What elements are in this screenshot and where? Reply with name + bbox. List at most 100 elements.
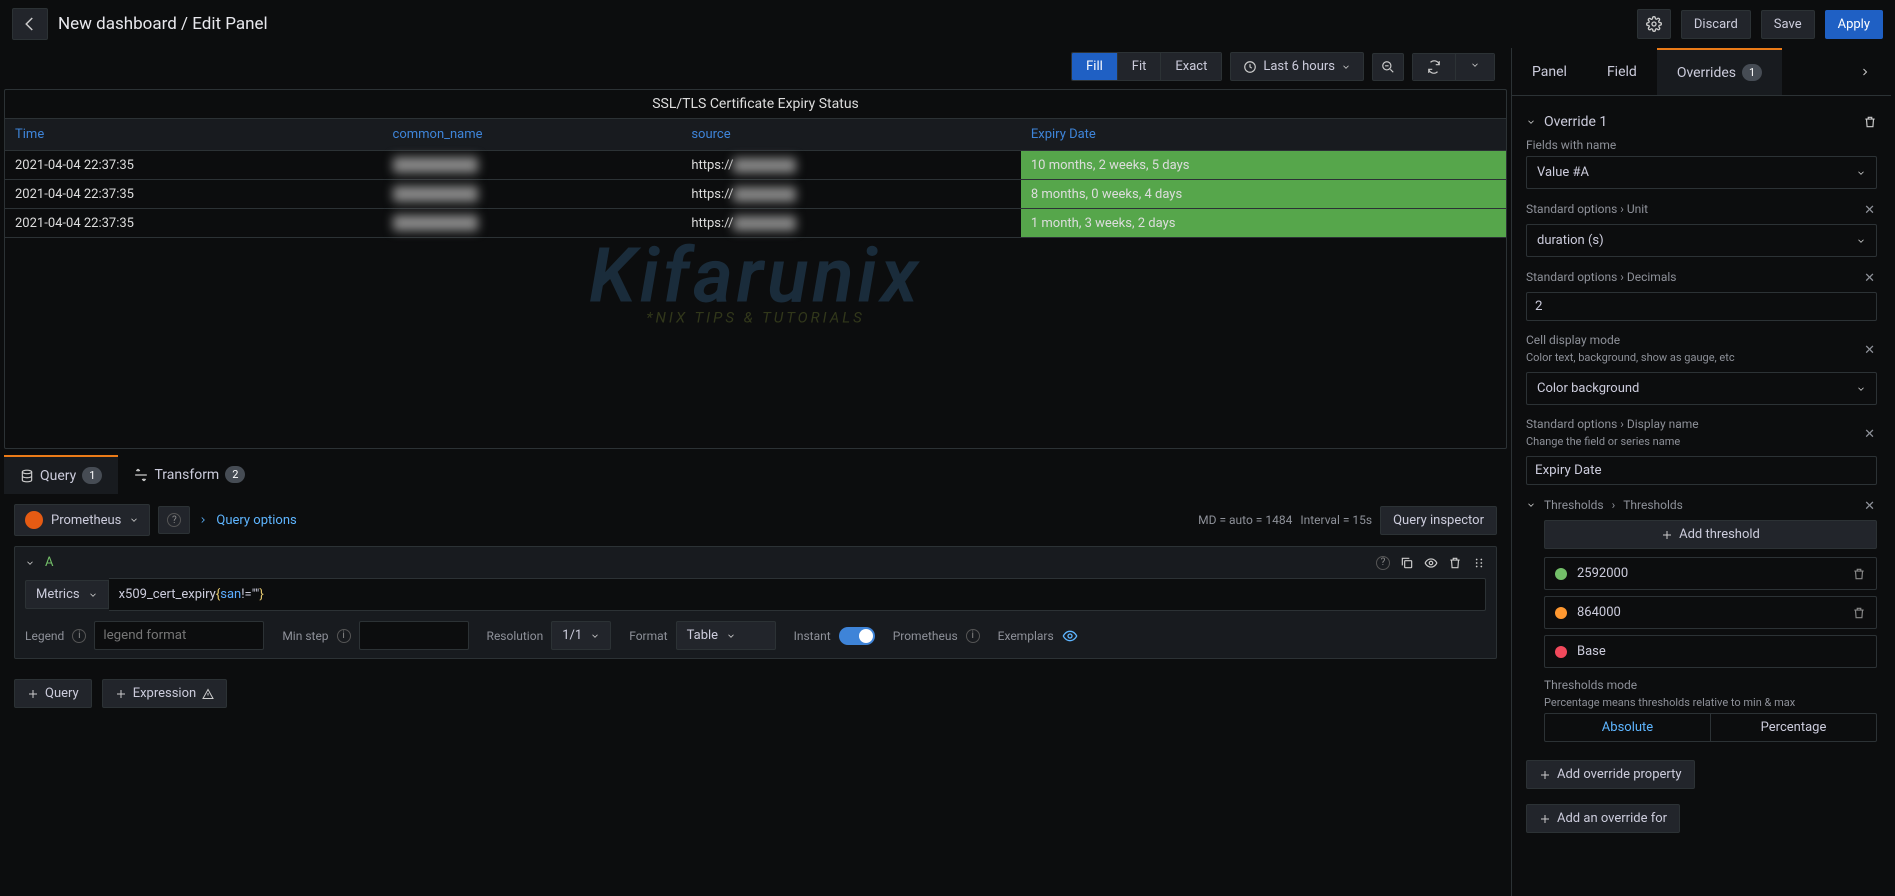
mode-percentage[interactable]: Percentage — [1710, 714, 1876, 741]
remove-displayname[interactable]: ✕ — [1862, 425, 1877, 444]
fill-option[interactable]: Fill — [1072, 53, 1117, 80]
refresh-interval[interactable] — [1455, 54, 1494, 80]
warning-icon — [202, 688, 214, 700]
prometheus-label: Prometheus — [893, 629, 958, 643]
save-button[interactable]: Save — [1761, 10, 1815, 39]
table-row: 2021-04-04 22:37:35████████https://redac… — [5, 209, 1506, 238]
zoom-out-button[interactable] — [1372, 53, 1404, 81]
query-options-toggle[interactable]: Query options — [198, 513, 296, 528]
legend-label: Legend — [25, 629, 64, 643]
threshold-row: 864000 — [1544, 596, 1877, 629]
threshold-value[interactable]: 864000 — [1577, 605, 1842, 620]
threshold-value[interactable]: 2592000 — [1577, 566, 1842, 581]
chevron-down-icon[interactable] — [25, 558, 35, 568]
transform-count-badge: 2 — [225, 466, 245, 483]
eye-icon[interactable] — [1062, 628, 1078, 644]
remove-unit[interactable]: ✕ — [1862, 201, 1877, 220]
resolution-label: Resolution — [487, 629, 544, 643]
trash-icon[interactable] — [1852, 606, 1866, 620]
trash-icon[interactable] — [1448, 556, 1462, 570]
query-count-badge: 1 — [82, 467, 102, 484]
cell-common-name: ████████ — [383, 151, 682, 180]
instant-toggle[interactable] — [839, 627, 875, 645]
tab-panel[interactable]: Panel — [1512, 50, 1587, 94]
add-override-property-button[interactable]: Add override property — [1526, 760, 1695, 789]
refresh-button[interactable] — [1413, 54, 1455, 80]
chevron-down-icon — [129, 515, 139, 525]
display-name-input[interactable] — [1526, 456, 1877, 485]
resolution-select[interactable]: 1/1 — [551, 621, 611, 650]
tab-overrides[interactable]: Overrides 1 — [1657, 48, 1782, 95]
settings-button[interactable] — [1637, 9, 1671, 39]
legend-input[interactable] — [94, 621, 264, 650]
remove-thresholds[interactable]: ✕ — [1862, 497, 1877, 516]
back-button[interactable] — [12, 8, 48, 40]
table-row: 2021-04-04 22:37:35████████https://redac… — [5, 180, 1506, 209]
thresholds-mode-label: Thresholds mode — [1544, 678, 1877, 692]
query-help-icon[interactable]: ? — [1376, 556, 1390, 570]
query-inspector-button[interactable]: Query inspector — [1380, 506, 1497, 535]
eye-icon[interactable] — [1424, 556, 1438, 570]
threshold-color-dot[interactable] — [1555, 568, 1567, 580]
timerange-picker[interactable]: Last 6 hours — [1230, 52, 1364, 81]
minstep-label: Min step — [282, 629, 328, 643]
tab-query[interactable]: Query 1 — [4, 455, 118, 494]
datasource-picker[interactable]: Prometheus — [14, 504, 150, 536]
cell-mode-select[interactable]: Color background — [1526, 372, 1877, 405]
chevron-down-icon[interactable] — [1526, 117, 1536, 127]
unit-select[interactable]: duration (s) — [1526, 224, 1877, 257]
tab-field[interactable]: Field — [1587, 50, 1657, 94]
apply-button[interactable]: Apply — [1825, 10, 1883, 39]
copy-icon[interactable] — [1400, 556, 1414, 570]
cell-expiry: 8 months, 0 weeks, 4 days — [1021, 180, 1506, 209]
thresholds-mode-group: Absolute Percentage — [1544, 713, 1877, 742]
threshold-base-row: Base — [1544, 635, 1877, 668]
fit-option[interactable]: Fit — [1117, 53, 1161, 80]
format-label: Format — [629, 629, 667, 643]
add-override-button[interactable]: Add an override for — [1526, 804, 1680, 833]
exact-option[interactable]: Exact — [1160, 53, 1221, 80]
threshold-color-dot[interactable] — [1555, 646, 1567, 658]
datasource-help[interactable]: ? — [158, 506, 190, 534]
col-time[interactable]: Time — [5, 119, 383, 151]
md-info: MD = auto = 1484 — [1198, 513, 1292, 527]
exemplars-label: Exemplars — [998, 629, 1054, 643]
col-source[interactable]: source — [681, 119, 1021, 151]
transform-icon — [134, 468, 148, 482]
add-expression-button[interactable]: Expression — [102, 679, 228, 708]
clock-icon — [1243, 60, 1257, 74]
trash-icon[interactable] — [1852, 567, 1866, 581]
threshold-color-dot[interactable] — [1555, 607, 1567, 619]
query-name[interactable]: A — [45, 555, 53, 570]
chevron-right-icon — [198, 515, 208, 525]
instant-label: Instant — [794, 629, 831, 643]
col-expiry[interactable]: Expiry Date — [1021, 119, 1506, 151]
remove-cellmode[interactable]: ✕ — [1862, 341, 1877, 360]
watermark: Kifarunix *NIX TIPS & TUTORIALS — [589, 231, 922, 327]
query-expression-input[interactable]: x509_cert_expiry{san!=""} — [109, 578, 1486, 611]
tab-transform[interactable]: Transform 2 — [118, 455, 261, 494]
add-query-button[interactable]: Query — [14, 679, 92, 708]
threshold-row: 2592000 — [1544, 557, 1877, 590]
fields-with-name-label: Fields with name — [1526, 138, 1877, 152]
field-name-select[interactable]: Value #A — [1526, 156, 1877, 189]
interval-info: Interval = 15s — [1300, 513, 1372, 527]
chevron-down-icon[interactable] — [1526, 500, 1536, 510]
panel-preview: SSL/TLS Certificate Expiry Status Time c… — [4, 89, 1507, 449]
minstep-info-icon[interactable]: i — [337, 629, 351, 643]
drag-icon[interactable] — [1472, 556, 1486, 570]
prometheus-info-icon[interactable]: i — [966, 629, 980, 643]
sidepanel-collapse[interactable] — [1839, 52, 1891, 92]
remove-decimals[interactable]: ✕ — [1862, 269, 1877, 288]
col-common-name[interactable]: common_name — [383, 119, 682, 151]
format-select[interactable]: Table — [676, 621, 776, 650]
bottom-tabs: Query 1 Transform 2 — [4, 455, 1507, 494]
metrics-toggle[interactable]: Metrics — [25, 580, 109, 609]
minstep-input[interactable] — [359, 621, 469, 650]
discard-button[interactable]: Discard — [1681, 10, 1751, 39]
add-threshold-button[interactable]: Add threshold — [1544, 520, 1877, 549]
legend-info-icon[interactable]: i — [72, 629, 86, 643]
decimals-input[interactable] — [1526, 292, 1877, 321]
trash-icon[interactable] — [1863, 115, 1877, 129]
mode-absolute[interactable]: Absolute — [1545, 714, 1710, 741]
